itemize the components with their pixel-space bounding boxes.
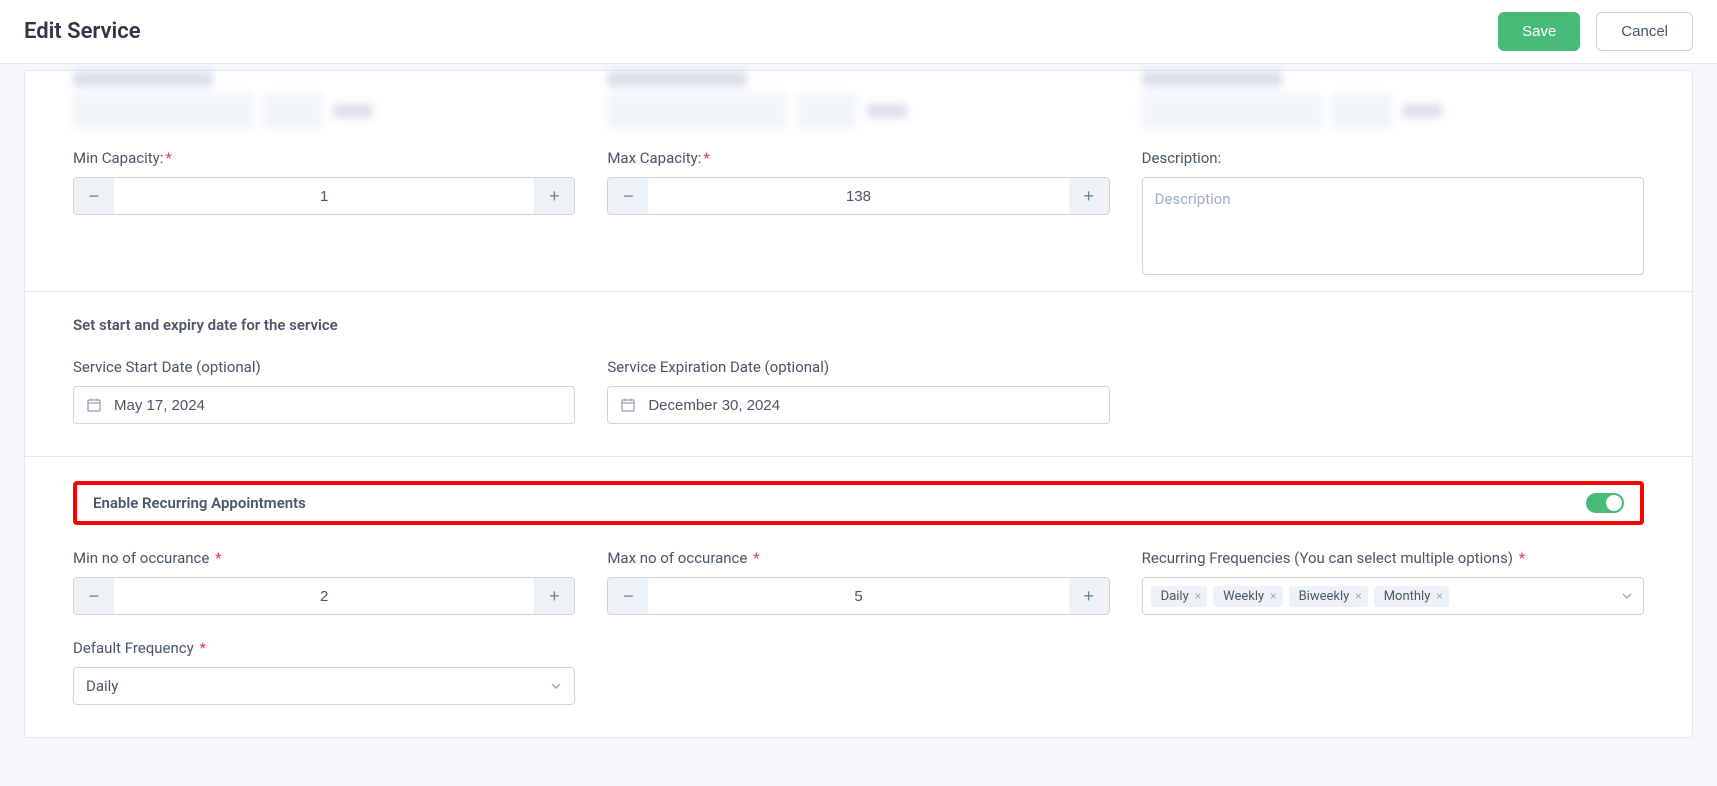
default-frequency-value: Daily <box>86 677 118 695</box>
max-occurrence-stepper: − + <box>607 577 1109 615</box>
section-dates: Set start and expiry date for the servic… <box>25 292 1692 457</box>
page-title: Edit Service <box>24 19 141 44</box>
default-frequency-field: Default Frequency * Daily <box>73 639 575 705</box>
min-capacity-label: Min Capacity:* <box>73 149 575 167</box>
default-frequency-label-text: Default Frequency <box>73 639 194 657</box>
min-occurrence-stepper: − + <box>73 577 575 615</box>
description-label: Description: <box>1142 149 1644 167</box>
required-asterisk: * <box>703 149 709 167</box>
service-start-date-field: Service Start Date (optional) <box>73 358 575 424</box>
required-asterisk: * <box>199 639 205 657</box>
header-buttons: Save Cancel <box>1498 12 1693 51</box>
frequency-tag-remove[interactable]: × <box>1355 589 1361 603</box>
max-capacity-stepper: − + <box>607 177 1109 215</box>
service-expiry-date-value[interactable] <box>648 397 1096 414</box>
frequency-tag-label: Weekly <box>1223 589 1264 604</box>
dates-section-title: Set start and expiry date for the servic… <box>73 316 1644 334</box>
frequency-tag-label: Daily <box>1161 589 1189 604</box>
calendar-icon <box>620 397 636 413</box>
blurred-row <box>73 71 1644 149</box>
minus-icon: − <box>623 186 634 207</box>
required-asterisk: * <box>165 149 171 167</box>
main-panel: Min Capacity:* − + Max Capacity:* − <box>24 70 1693 738</box>
frequency-tag-label: Monthly <box>1384 589 1431 604</box>
description-input[interactable] <box>1142 177 1644 275</box>
max-occurrence-label: Max no of occurance * <box>607 549 1109 567</box>
min-occurrence-decrement[interactable]: − <box>74 578 114 614</box>
max-occurrence-decrement[interactable]: − <box>608 578 648 614</box>
min-capacity-input[interactable] <box>114 178 534 214</box>
minus-icon: − <box>623 586 634 607</box>
service-expiry-date-field: Service Expiration Date (optional) <box>607 358 1109 424</box>
save-button[interactable]: Save <box>1498 12 1580 51</box>
service-expiry-date-label: Service Expiration Date (optional) <box>607 358 1109 376</box>
max-occurrence-label-text: Max no of occurance <box>607 549 747 567</box>
frequency-tag-remove[interactable]: × <box>1436 589 1442 603</box>
max-occurrence-field: Max no of occurance * − + <box>607 549 1109 615</box>
section-recurring: Enable Recurring Appointments Min no of … <box>25 457 1692 737</box>
max-capacity-increment[interactable]: + <box>1069 178 1109 214</box>
min-occurrence-input[interactable] <box>114 578 534 614</box>
recurring-frequencies-field: Recurring Frequencies (You can select mu… <box>1142 549 1644 615</box>
min-capacity-increment[interactable]: + <box>534 178 574 214</box>
section-blurred-previous: Min Capacity:* − + Max Capacity:* − <box>25 71 1692 292</box>
max-capacity-label-text: Max Capacity: <box>607 149 701 167</box>
service-expiry-date-input[interactable] <box>607 386 1109 424</box>
page-content: Min Capacity:* − + Max Capacity:* − <box>0 70 1717 738</box>
chevron-down-icon <box>1621 590 1633 602</box>
minus-icon: − <box>89 586 100 607</box>
dates-row: Service Start Date (optional) Service Ex… <box>73 358 1644 424</box>
min-capacity-field: Min Capacity:* − + <box>73 149 575 215</box>
max-capacity-input[interactable] <box>648 178 1068 214</box>
minus-icon: − <box>89 186 100 207</box>
frequency-tag-weekly: Weekly × <box>1213 586 1282 607</box>
max-occurrence-input[interactable] <box>648 578 1068 614</box>
plus-icon: + <box>1083 586 1094 607</box>
service-start-date-value[interactable] <box>114 397 562 414</box>
capacity-row: Min Capacity:* − + Max Capacity:* − <box>73 149 1644 275</box>
frequency-tag-remove[interactable]: × <box>1195 589 1201 603</box>
min-occurrence-label: Min no of occurance * <box>73 549 575 567</box>
min-occurrence-increment[interactable]: + <box>534 578 574 614</box>
min-capacity-decrement[interactable]: − <box>74 178 114 214</box>
plus-icon: + <box>1083 186 1094 207</box>
chevron-down-icon <box>550 680 562 692</box>
service-start-date-label: Service Start Date (optional) <box>73 358 575 376</box>
max-capacity-field: Max Capacity:* − + <box>607 149 1109 215</box>
min-occurrence-field: Min no of occurance * − + <box>73 549 575 615</box>
min-capacity-stepper: − + <box>73 177 575 215</box>
required-asterisk: * <box>753 549 759 567</box>
plus-icon: + <box>549 186 560 207</box>
frequency-tag-remove[interactable]: × <box>1270 589 1276 603</box>
cancel-button[interactable]: Cancel <box>1596 12 1693 51</box>
recurring-title: Enable Recurring Appointments <box>93 494 306 512</box>
recurring-row-1: Min no of occurance * − + Max no of occu… <box>73 549 1644 615</box>
min-occurrence-label-text: Min no of occurance <box>73 549 209 567</box>
service-start-date-input[interactable] <box>73 386 575 424</box>
default-frequency-label: Default Frequency * <box>73 639 575 657</box>
recurring-frequencies-label: Recurring Frequencies (You can select mu… <box>1142 549 1644 567</box>
default-frequency-select[interactable]: Daily <box>73 667 575 705</box>
max-capacity-label: Max Capacity:* <box>607 149 1109 167</box>
frequency-tag-monthly: Monthly × <box>1374 586 1449 607</box>
recurring-toggle[interactable] <box>1586 493 1624 513</box>
description-field: Description: <box>1142 149 1644 275</box>
recurring-frequencies-label-text: Recurring Frequencies (You can select mu… <box>1142 549 1513 567</box>
recurring-row-2: Default Frequency * Daily <box>73 639 1644 705</box>
min-capacity-label-text: Min Capacity: <box>73 149 163 167</box>
recurring-frequencies-select[interactable]: Daily × Weekly × Biweekly × Monthly <box>1142 577 1644 615</box>
frequency-tag-biweekly: Biweekly × <box>1289 586 1368 607</box>
required-asterisk: * <box>215 549 221 567</box>
frequency-tag-daily: Daily × <box>1151 586 1207 607</box>
recurring-header: Enable Recurring Appointments <box>73 481 1644 525</box>
max-capacity-decrement[interactable]: − <box>608 178 648 214</box>
required-asterisk: * <box>1519 549 1525 567</box>
max-occurrence-increment[interactable]: + <box>1069 578 1109 614</box>
plus-icon: + <box>549 586 560 607</box>
page-header: Edit Service Save Cancel <box>0 0 1717 64</box>
frequency-tag-label: Biweekly <box>1299 589 1350 604</box>
calendar-icon <box>86 397 102 413</box>
